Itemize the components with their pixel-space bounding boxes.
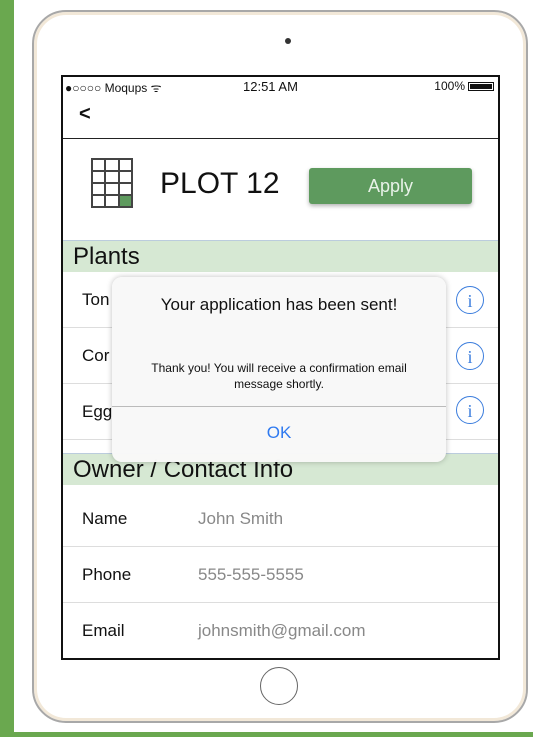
plant-label: Ton [82,290,110,309]
status-time: 12:51 AM [243,79,298,94]
owner-row-name: Name John Smith [63,491,498,547]
alert-ok-button[interactable]: OK [112,423,446,443]
carrier-label: ●○○○○ Moqups ᯤ [65,81,162,95]
battery-icon [468,81,494,91]
alert-title: Your application has been sent! [160,295,398,314]
status-bar: ●○○○○ Moqups ᯤ 12:51 AM 100% [63,77,498,95]
apply-button[interactable]: Apply [309,168,472,204]
info-icon[interactable]: i [456,396,484,424]
info-icon[interactable]: i [456,286,484,314]
plot-grid-icon [91,158,133,208]
plant-label: Cor [82,346,110,365]
back-button[interactable]: < [79,103,91,126]
email-value: johnsmith@gmail.com [198,621,366,640]
home-button[interactable] [260,667,298,705]
nav-divider [63,138,498,139]
camera-icon [285,38,291,44]
owner-row-email: Email johnsmith@gmail.com [63,603,498,658]
battery-percent: 100% [434,79,465,93]
alert-divider [112,406,446,407]
phone-label: Phone [82,565,132,584]
info-icon[interactable]: i [456,342,484,370]
plant-label: Egg [82,402,113,421]
confirmation-alert: Your application has been sent! Thank yo… [112,277,446,462]
name-value: John Smith [198,509,284,528]
owner-row-phone: Phone 555-555-5555 [63,547,498,603]
phone-value: 555-555-5555 [198,565,304,584]
name-label: Name [82,509,128,528]
battery-status: 100% [434,79,494,93]
alert-message: Thank you! You will receive a confirmati… [151,361,407,391]
plants-section-header: Plants [63,240,498,272]
email-label: Email [82,621,125,640]
plot-title: PLOT 12 [160,167,280,200]
